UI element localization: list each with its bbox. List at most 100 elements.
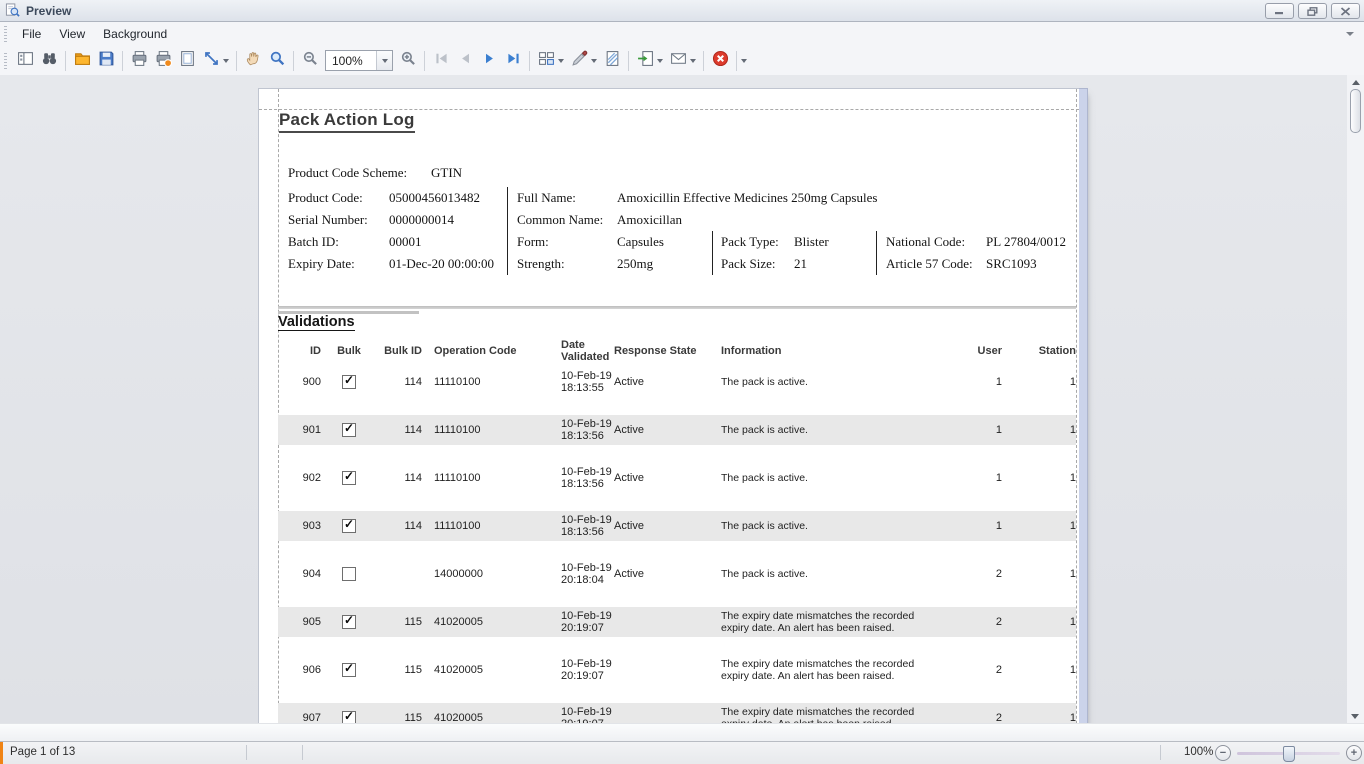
save-floppy-icon [98,50,115,72]
zoom-combo-dropdown[interactable] [376,51,392,70]
cell-bulk [321,711,377,723]
zoom-combo[interactable]: 100% [325,50,393,71]
cell-operation-code: 41020005 [422,616,561,628]
watermark-icon [604,50,621,72]
multiple-pages-button[interactable] [534,49,558,73]
menubar-grip[interactable] [4,26,7,42]
search-button[interactable] [37,49,61,73]
previous-page-button[interactable] [453,49,477,73]
scale-dropdown-icon[interactable] [223,59,229,63]
bulk-checkbox[interactable] [342,519,356,533]
field-label: Serial Number: [288,212,368,228]
cell-bulk-id: 115 [377,664,422,676]
bulk-checkbox[interactable] [342,663,356,677]
print-button[interactable] [127,49,151,73]
field-value: Blister [794,234,829,250]
cell-date-validated: 10-Feb-19 20:18:04 [561,562,614,586]
table-row: 907 115 41020005 10-Feb-19 20:19:07 The … [278,703,1076,723]
cell-information: The pack is active. [721,472,944,484]
page-edge-strip [1079,88,1088,723]
table-row: 904 14000000 10-Feb-19 20:18:04 Active T… [278,559,1076,607]
zoom-in-circle-button[interactable]: + [1346,745,1362,761]
statusbar-separator [1160,745,1161,760]
first-page-button[interactable] [429,49,453,73]
magnifier-button[interactable] [265,49,289,73]
zoom-level-label: 100% [1184,746,1213,758]
toolbar-overflow-icon[interactable] [741,59,747,63]
report-page: Pack Action Log Product Code Scheme: GTI… [258,88,1080,723]
field-value: SRC1093 [986,256,1037,272]
cell-information: The expiry date mismatches the recorded … [721,706,944,723]
minimize-button[interactable] [1265,3,1294,19]
statusbar: Page 1 of 13 100% − + [0,741,1364,764]
document-map-button[interactable] [13,49,37,73]
field-value: 00001 [389,234,422,250]
last-page-button[interactable] [501,49,525,73]
restore-button[interactable] [1298,3,1327,19]
cell-id: 905 [278,616,321,628]
page-setup-button[interactable] [175,49,199,73]
vertical-scrollbar[interactable] [1347,75,1364,723]
cell-id: 901 [278,424,321,436]
bulk-checkbox[interactable] [342,567,356,581]
email-icon [670,50,687,72]
open-folder-icon [74,50,91,72]
cell-user: 2 [944,712,1002,723]
cell-operation-code: 14000000 [422,568,561,580]
export-dropdown-icon[interactable] [657,59,663,63]
cell-station: 1 [1002,376,1076,388]
document-area[interactable]: Pack Action Log Product Code Scheme: GTI… [0,75,1364,723]
titlebar[interactable]: Preview [0,0,1364,22]
quick-print-button[interactable] [151,49,175,73]
menu-file[interactable]: File [13,24,50,44]
bulk-checkbox[interactable] [342,471,356,485]
toolbar-grip[interactable] [4,53,7,69]
cell-bulk-id: 114 [377,424,422,436]
zoom-slider-track[interactable] [1237,752,1340,755]
zoom-out-icon [302,50,319,72]
cell-date-validated: 10-Feb-19 18:13:56 [561,466,614,490]
menu-view[interactable]: View [50,24,94,44]
cell-information: The pack is active. [721,376,944,388]
cell-information: The expiry date mismatches the recorded … [721,658,944,682]
zoom-in-button[interactable] [396,49,420,73]
page-color-button[interactable] [567,49,591,73]
open-button[interactable] [70,49,94,73]
exit-button[interactable] [708,49,732,73]
scale-button[interactable] [199,49,223,73]
bulk-checkbox[interactable] [342,711,356,723]
export-document-button[interactable] [633,49,657,73]
close-button[interactable] [1331,3,1360,19]
col-operation-code: Operation Code [422,345,561,357]
exit-icon [712,50,729,72]
scroll-down-icon[interactable] [1351,714,1359,719]
send-email-button[interactable] [666,49,690,73]
bulk-checkbox[interactable] [342,615,356,629]
bulk-checkbox[interactable] [342,375,356,389]
watermark-button[interactable] [600,49,624,73]
next-page-button[interactable] [477,49,501,73]
col-user: User [944,345,1002,357]
validations-title: Validations [278,314,355,331]
page-color-dropdown-icon[interactable] [591,59,597,63]
zoom-out-circle-button[interactable]: − [1215,745,1231,761]
zoom-out-button[interactable] [298,49,322,73]
hand-tool-button[interactable] [241,49,265,73]
field-label: Product Code: [288,190,363,206]
cell-bulk [321,663,377,677]
zoom-slider-thumb[interactable] [1283,746,1295,762]
cell-station: 1 [1002,424,1076,436]
email-dropdown-icon[interactable] [690,59,696,63]
save-button[interactable] [94,49,118,73]
multiple-pages-dropdown-icon[interactable] [558,59,564,63]
cell-bulk-id: 115 [377,712,422,723]
scroll-up-icon[interactable] [1352,80,1360,85]
bulk-checkbox[interactable] [342,423,356,437]
menubar-overflow-icon[interactable] [1346,32,1354,36]
page-setup-icon [179,50,196,72]
cell-id: 903 [278,520,321,532]
field-label: Strength: [517,256,565,272]
menu-background[interactable]: Background [94,24,176,44]
scrollbar-thumb[interactable] [1350,89,1361,133]
horizontal-scroll-area[interactable] [0,723,1364,742]
